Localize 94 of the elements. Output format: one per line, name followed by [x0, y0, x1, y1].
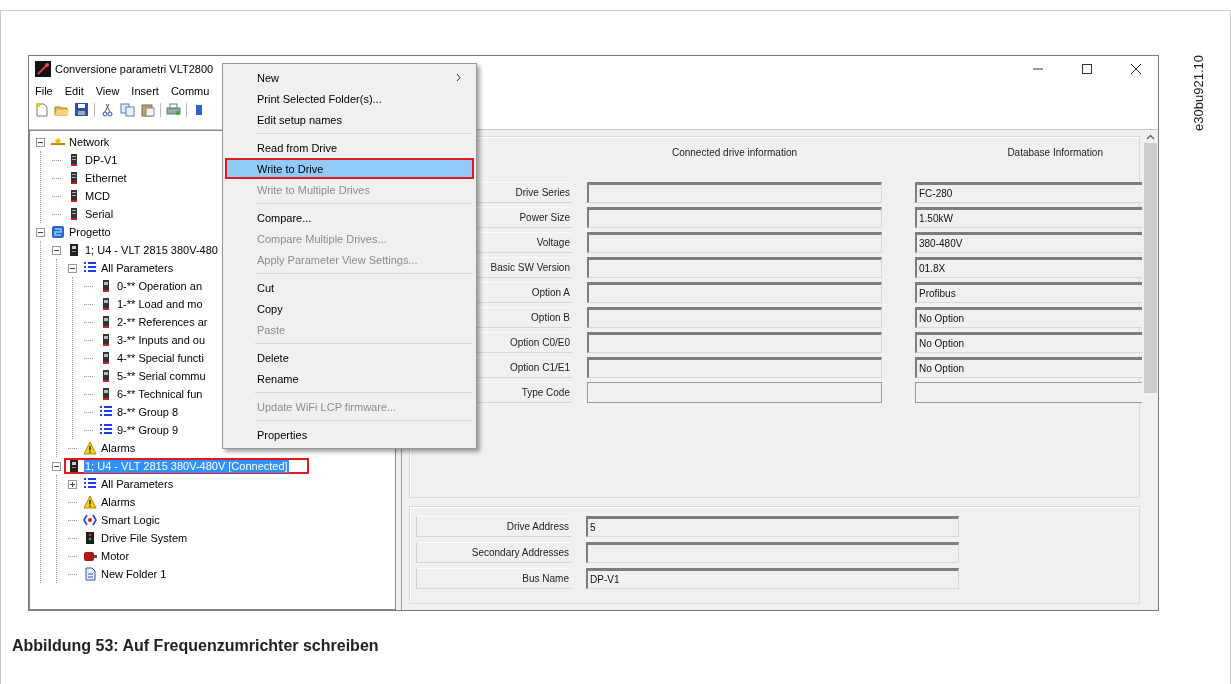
menu-item[interactable]: Read from Drive	[225, 137, 474, 158]
column-header: Database Information	[1006, 146, 1104, 160]
save-icon[interactable]	[74, 102, 89, 117]
tree-item[interactable]: New Folder 1	[80, 566, 171, 582]
tree-item[interactable]: 3-** Inputs and ou	[96, 332, 210, 348]
tree-item[interactable]: 9-** Group 9	[96, 422, 183, 438]
tree-item[interactable]: 1-** Load and mo	[96, 296, 207, 312]
tree-item[interactable]: DP-V1	[64, 152, 122, 168]
tree-item[interactable]: Drive File System	[80, 530, 192, 546]
value-field[interactable]: No Option	[915, 357, 1143, 378]
value-field[interactable]	[587, 332, 882, 353]
tree-item[interactable]: 5-** Serial commu	[96, 368, 210, 384]
menu-item[interactable]: New	[225, 67, 474, 88]
menu-bar-item[interactable]: Insert	[130, 84, 160, 97]
field-label: Bus Name	[416, 568, 571, 589]
tree-item[interactable]: All Parameters	[80, 476, 178, 492]
warning-icon	[83, 441, 97, 455]
warning-icon	[83, 495, 97, 509]
value-field[interactable]: DP-V1	[586, 568, 959, 589]
list-icon	[99, 423, 113, 437]
expand-toggle[interactable]	[36, 137, 45, 147]
value-field[interactable]	[587, 257, 882, 278]
field-label: Drive Address	[416, 516, 571, 537]
tree-item[interactable]: All Parameters	[80, 260, 178, 276]
value-field[interactable]	[587, 357, 882, 378]
menu-bar-item[interactable]: File	[34, 84, 54, 97]
tree-item[interactable]: Ethernet	[64, 170, 131, 186]
expand-toggle[interactable]	[36, 227, 45, 237]
app-logo-icon	[35, 60, 51, 77]
value-field[interactable]	[587, 232, 882, 253]
close-icon	[1130, 63, 1141, 74]
maximize-icon	[1081, 63, 1092, 74]
new-file-icon[interactable]	[34, 102, 49, 117]
scroll-up-icon[interactable]	[1145, 134, 1155, 141]
list-icon	[83, 477, 97, 491]
tree-item[interactable]: 6-** Technical fun	[96, 386, 207, 402]
scrollbar-thumb[interactable]	[1143, 143, 1157, 393]
tree-item[interactable]: MCD	[64, 188, 115, 204]
window-title: Conversione parametri VLT2800	[55, 62, 214, 75]
value-field[interactable]: No Option	[915, 307, 1143, 328]
drive-icon	[67, 459, 81, 473]
motor-icon	[83, 549, 97, 563]
list-icon	[99, 405, 113, 419]
expand-toggle[interactable]	[52, 245, 61, 255]
menu-bar-item[interactable]: Edit	[63, 84, 85, 97]
menu-item[interactable]: Write to Drive	[225, 158, 474, 179]
column-header: Connected drive information	[670, 146, 799, 160]
paste-icon[interactable]	[140, 102, 155, 117]
field-label: Secondary Addresses	[416, 542, 571, 563]
value-field[interactable]	[915, 382, 1143, 403]
cut-icon[interactable]	[100, 102, 115, 117]
value-field[interactable]: 380-480V	[915, 232, 1143, 253]
expand-toggle[interactable]	[52, 461, 61, 471]
device-icon	[83, 531, 97, 545]
copy-icon[interactable]	[120, 102, 135, 117]
value-field[interactable]	[587, 307, 882, 328]
tree-item[interactable]: 1; U4 - VLT 2815 380V-480	[64, 242, 222, 258]
tree-item[interactable]: Alarms	[80, 440, 140, 456]
figure-caption: Abbildung 53: Auf Frequenzumrichter schreiben	[12, 637, 379, 655]
menu-bar-item[interactable]: View	[94, 84, 121, 97]
value-field[interactable]	[587, 182, 882, 203]
value-field[interactable]	[587, 282, 882, 303]
logic-icon	[83, 513, 97, 527]
project-icon	[51, 225, 65, 239]
tree-item[interactable]: Network	[48, 134, 114, 150]
value-field[interactable]: 5	[586, 516, 959, 537]
list-icon	[83, 261, 97, 275]
figure-code: e30bu921.10	[1191, 55, 1206, 131]
value-field[interactable]: 01.8X	[915, 257, 1143, 278]
tree-item[interactable]: Motor	[80, 548, 134, 564]
print-icon[interactable]	[166, 102, 181, 117]
value-field[interactable]: 1.50kW	[915, 207, 1143, 228]
tree-item[interactable]: Alarms	[80, 494, 140, 510]
document-icon	[83, 567, 97, 581]
value-field[interactable]: Profibus	[915, 282, 1143, 303]
tree-item[interactable]: 0-** Operation an	[96, 278, 206, 294]
tree-item[interactable]: Serial	[64, 206, 118, 222]
menu-item[interactable]: Properties	[225, 424, 474, 445]
tree-item[interactable]: 4-** Special functi	[96, 350, 208, 366]
value-field[interactable]	[587, 207, 882, 228]
tree-item[interactable]: 8-** Group 8	[96, 404, 183, 420]
menu-item[interactable]: Print Selected Folder(s)...	[225, 88, 474, 109]
value-field[interactable]: No Option	[915, 332, 1143, 353]
expand-toggle[interactable]	[68, 479, 77, 489]
value-field[interactable]	[586, 542, 959, 563]
tree-item[interactable]: 2-** References ar	[96, 314, 212, 330]
menu-item[interactable]: Edit setup names	[225, 109, 474, 130]
expand-toggle[interactable]	[68, 263, 77, 273]
value-field[interactable]	[587, 382, 882, 403]
value-field[interactable]: FC-280	[915, 182, 1143, 203]
menu-bar-item[interactable]: Commu	[169, 84, 211, 97]
drive-icon	[67, 243, 81, 257]
tree-item[interactable]: Progetto	[48, 224, 115, 240]
tree-item[interactable]: Smart Logic	[80, 512, 164, 528]
